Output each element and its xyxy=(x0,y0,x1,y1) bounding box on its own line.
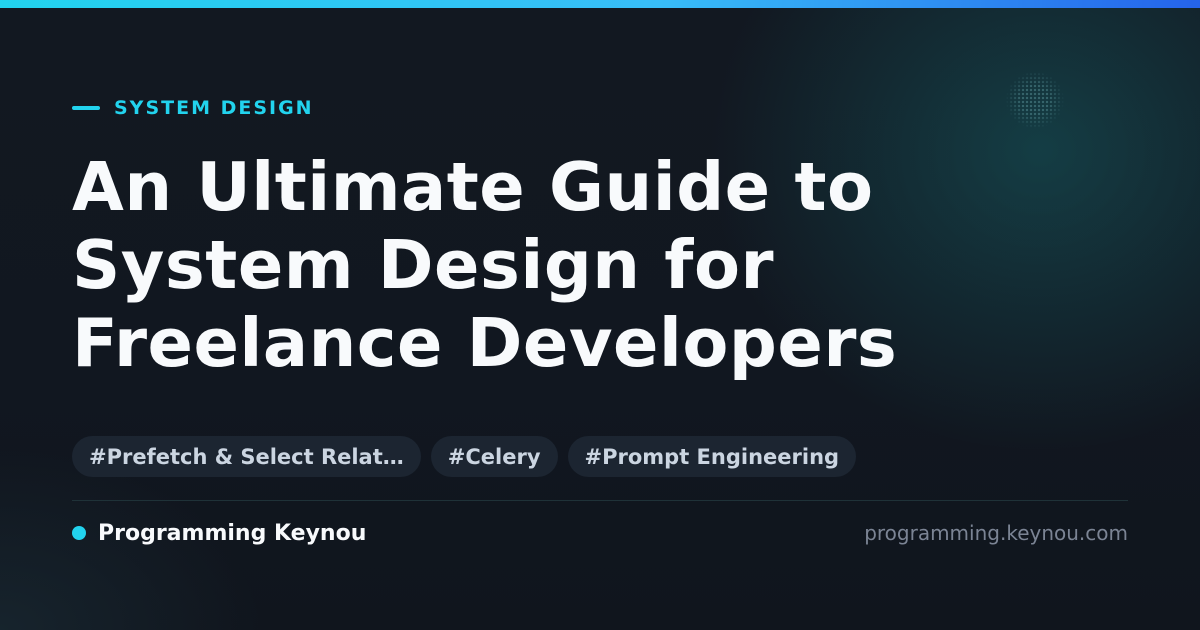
title-line-2: System Design for xyxy=(72,226,775,304)
brand: Programming Keynou xyxy=(72,518,366,548)
site-url[interactable]: programming.keynou.com xyxy=(864,518,1128,548)
category-label: SYSTEM DESIGN xyxy=(72,96,314,120)
tag-list: #Prefetch & Select Relat… #Celery #Promp… xyxy=(72,436,857,477)
brand-dot-icon xyxy=(72,526,86,540)
article-title: An Ultimate Guide to System Design for F… xyxy=(72,148,1072,382)
og-card: SYSTEM DESIGN An Ultimate Guide to Syste… xyxy=(0,0,1200,630)
top-accent-bar xyxy=(0,0,1200,8)
title-line-1: An Ultimate Guide to xyxy=(72,148,874,226)
tag-celery[interactable]: #Celery xyxy=(430,436,558,477)
tag-prefetch-select-related[interactable]: #Prefetch & Select Relat… xyxy=(72,436,421,477)
category-dash xyxy=(72,106,100,110)
category-text: SYSTEM DESIGN xyxy=(114,97,314,119)
tag-prompt-engineering[interactable]: #Prompt Engineering xyxy=(567,436,857,477)
title-line-3: Freelance Developers xyxy=(72,304,898,382)
footer-divider xyxy=(72,500,1128,501)
dot-pattern-decoration xyxy=(1005,72,1065,128)
brand-name: Programming Keynou xyxy=(98,520,367,546)
